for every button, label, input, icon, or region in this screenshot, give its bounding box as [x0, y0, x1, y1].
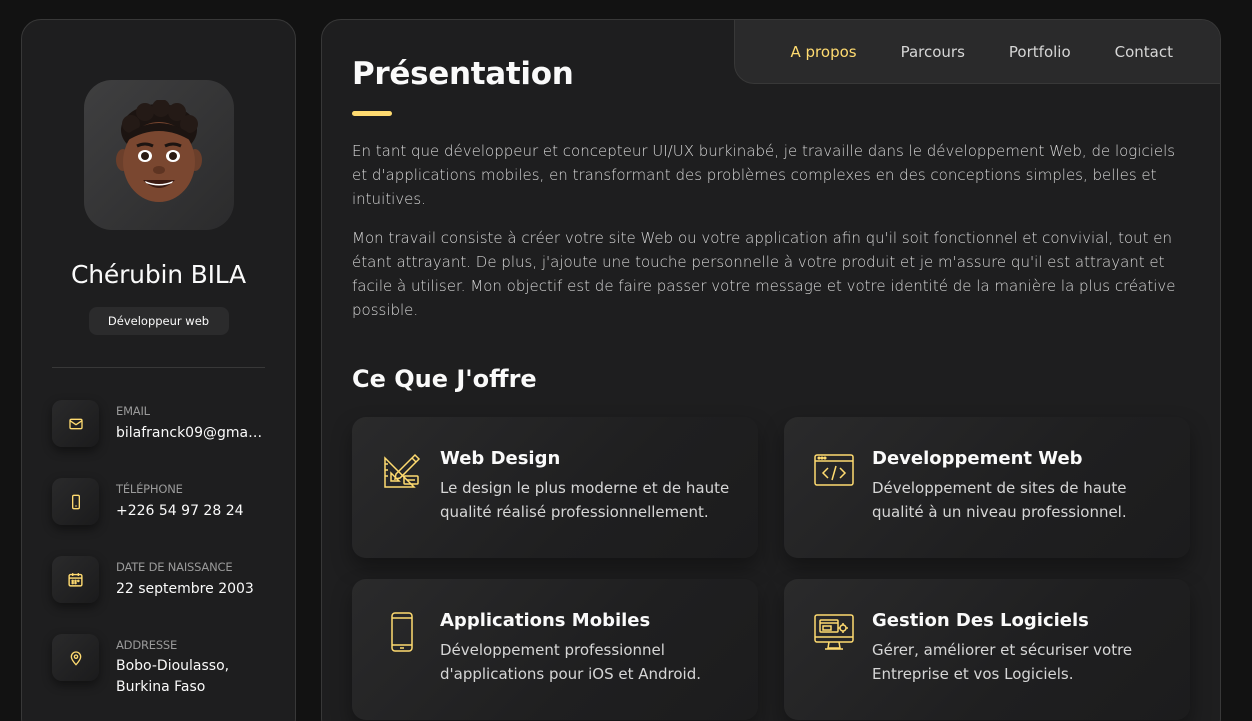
- mail-icon: [52, 400, 99, 447]
- service-description: Le design le plus moderne et de haute qu…: [440, 479, 730, 521]
- separator: [52, 367, 265, 368]
- service-title: Applications Mobiles: [440, 610, 651, 631]
- services-title: Ce Que J'offre: [352, 365, 537, 393]
- about-text: En tant que développeur et concepteur UI…: [352, 139, 1190, 322]
- contact-email: EMAIL bilafranck09@gmail...: [52, 400, 265, 447]
- code-window-icon: [814, 454, 854, 486]
- phone-link[interactable]: +226 54 97 28 24: [116, 501, 244, 522]
- about-paragraph: En tant que développeur et concepteur UI…: [352, 142, 1176, 208]
- email-link[interactable]: bilafranck09@gmail...: [116, 423, 264, 444]
- nav-link-about[interactable]: A propos: [791, 43, 857, 61]
- nav-link-contact[interactable]: Contact: [1115, 43, 1173, 61]
- service-title: Developpement Web: [872, 448, 1083, 469]
- service-title: Gestion Des Logiciels: [872, 610, 1089, 631]
- contact-birthday: DATE DE NAISSANCE 22 septembre 2003: [52, 556, 265, 603]
- contact-phone: TÉLÉPHONE +226 54 97 28 24: [52, 478, 265, 525]
- calendar-icon: [52, 556, 99, 603]
- contact-label: ADDRESSE: [116, 638, 178, 652]
- about-paragraph: Mon travail consiste à créer votre site …: [352, 229, 1176, 319]
- profile-name: Chérubin BILA: [71, 260, 246, 289]
- service-description: Développement professionnel d'applicatio…: [440, 641, 702, 683]
- contact-label: TÉLÉPHONE: [116, 482, 183, 496]
- location-pin-icon: [52, 634, 99, 681]
- service-description: Développement de sites de haute qualité …: [872, 479, 1127, 521]
- service-card-software: Gestion Des Logiciels Gérer, améliorer e…: [784, 579, 1190, 720]
- contact-label: EMAIL: [116, 404, 150, 418]
- services-grid: Web Design Le design le plus moderne et …: [352, 417, 1190, 720]
- nav-link-portfolio[interactable]: Portfolio: [1009, 43, 1071, 61]
- service-card-mobile: Applications Mobiles Développement profe…: [352, 579, 758, 720]
- monitor-settings-icon: [814, 614, 854, 650]
- service-description: Gérer, améliorer et sécuriser votre Entr…: [872, 641, 1133, 683]
- nav-link-resume[interactable]: Parcours: [901, 43, 965, 61]
- contact-address: ADDRESSE Bobo-Dioulasso, Burkina Faso: [52, 634, 265, 698]
- contact-label: DATE DE NAISSANCE: [116, 560, 233, 574]
- birthday-value: 22 septembre 2003: [116, 581, 254, 597]
- service-title: Web Design: [440, 448, 561, 469]
- memoji-avatar-icon: [115, 100, 202, 202]
- main-content: A propos Parcours Portfolio Contact Prés…: [321, 19, 1221, 721]
- title-underline: [352, 111, 392, 116]
- avatar: [83, 80, 234, 230]
- navbar: A propos Parcours Portfolio Contact: [734, 20, 1220, 84]
- service-card-web-design: Web Design Le design le plus moderne et …: [352, 417, 758, 558]
- address-value: Bobo-Dioulasso, Burkina Faso: [116, 658, 230, 695]
- phone-icon: [52, 478, 99, 525]
- smartphone-icon: [391, 612, 413, 652]
- service-card-web-dev: Developpement Web Développement de sites…: [784, 417, 1190, 558]
- sidebar: Chérubin BILA Développeur web EMAIL bila…: [21, 19, 296, 721]
- design-tools-icon: [384, 453, 421, 488]
- role-badge: Développeur web: [88, 307, 229, 335]
